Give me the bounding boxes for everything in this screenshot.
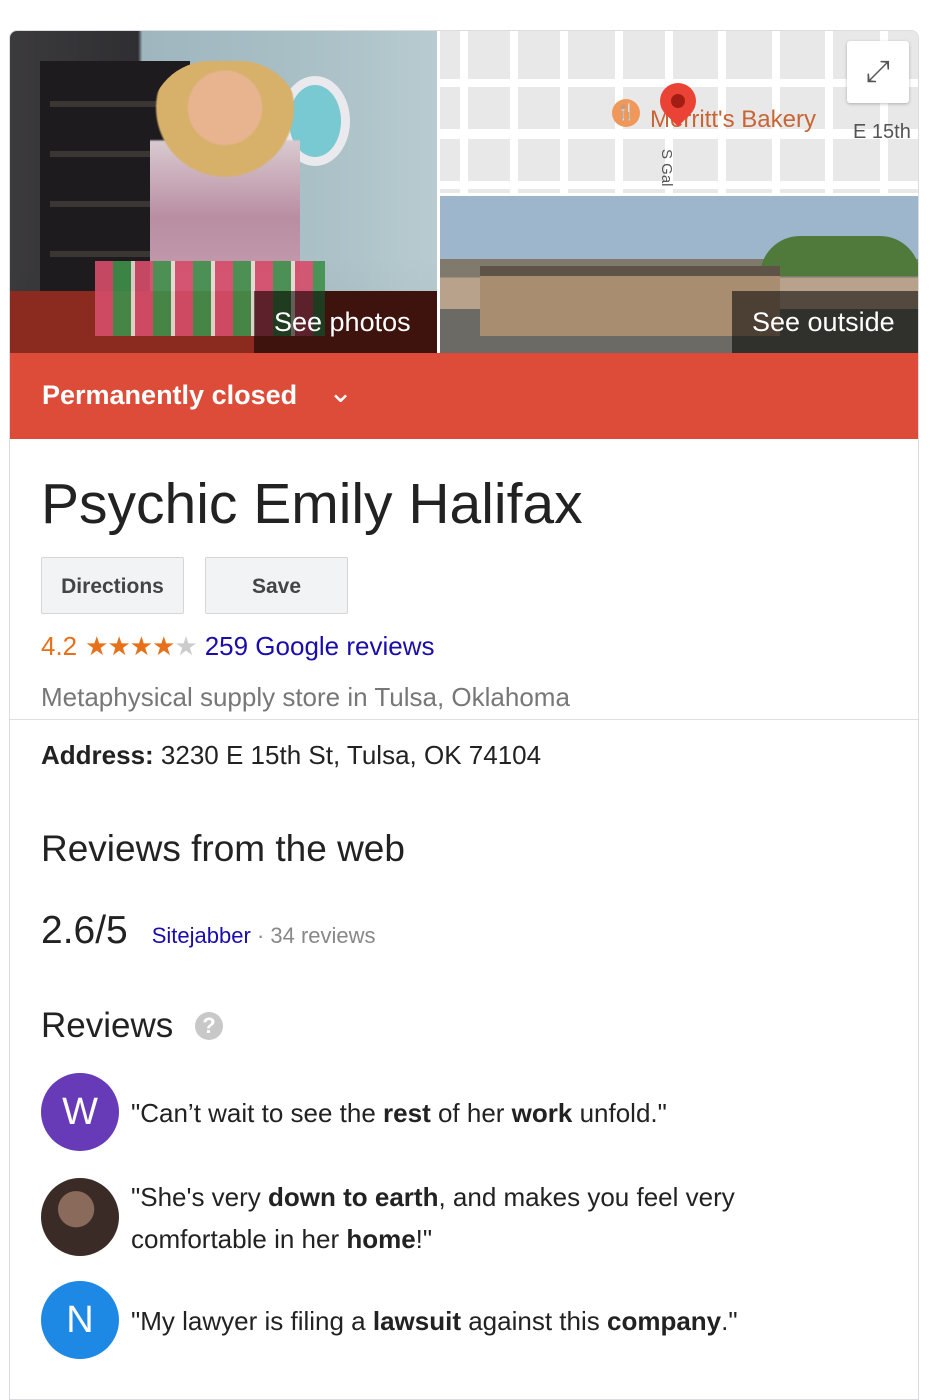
web-reviews-heading: Reviews from the web bbox=[41, 828, 405, 869]
rating-value: 4.2 bbox=[41, 631, 78, 661]
web-review-count: · 34 reviews bbox=[250, 923, 376, 948]
expand-map-button[interactable]: ⤢ bbox=[847, 41, 909, 103]
chevron-down-icon: ⌄ bbox=[328, 376, 354, 409]
rating-row: 4.2 ★★★★★ 259 Google reviews bbox=[41, 631, 435, 662]
highlighted-text: rest bbox=[383, 1098, 431, 1128]
map-street-label-vertical: S Gal bbox=[658, 149, 675, 187]
review-item: "She's very down to earth, and makes you… bbox=[41, 1176, 891, 1261]
divider bbox=[10, 719, 918, 720]
quote-text: "Can’t wait to see the bbox=[131, 1098, 384, 1128]
expand-icon: ⤢ bbox=[866, 55, 890, 88]
review-quote: "She's very down to earth, and makes you… bbox=[131, 1176, 851, 1260]
save-button[interactable]: Save bbox=[205, 557, 348, 614]
highlighted-text: down to earth bbox=[268, 1182, 439, 1212]
quote-text: unfold." bbox=[572, 1098, 667, 1128]
review-item: N "My lawyer is filing a lawsuit against… bbox=[41, 1281, 891, 1361]
quote-text: "My lawyer is filing a bbox=[131, 1306, 373, 1336]
quote-text: !" bbox=[415, 1224, 433, 1254]
highlighted-text: work bbox=[511, 1098, 573, 1128]
highlighted-text: lawsuit bbox=[372, 1306, 461, 1336]
review-quote: "My lawyer is filing a lawsuit against t… bbox=[131, 1300, 851, 1342]
web-review-row: 2.6/5 Sitejabber · 34 reviews bbox=[41, 909, 376, 953]
review-quote: "Can’t wait to see the rest of her work … bbox=[131, 1092, 851, 1134]
quote-text: "She's very bbox=[131, 1182, 269, 1212]
directions-button[interactable]: Directions bbox=[41, 557, 184, 614]
reviews-heading: Reviews bbox=[41, 1006, 174, 1045]
permanently-closed-banner[interactable]: Permanently closed ⌄ bbox=[10, 353, 918, 439]
address-value[interactable]: 3230 E 15th St, Tulsa, OK 74104 bbox=[154, 740, 541, 770]
address-row: Address: 3230 E 15th St, Tulsa, OK 74104 bbox=[41, 740, 541, 771]
quote-text: ." bbox=[721, 1306, 738, 1336]
quote-text: of her bbox=[430, 1098, 512, 1128]
google-reviews-link[interactable]: 259 Google reviews bbox=[205, 631, 435, 661]
sitejabber-link[interactable]: Sitejabber bbox=[152, 923, 251, 948]
help-icon[interactable]: ? bbox=[195, 1012, 223, 1040]
address-label: Address: bbox=[41, 740, 154, 770]
restaurant-icon: 🍴 bbox=[612, 99, 640, 127]
highlighted-text: home bbox=[346, 1224, 416, 1254]
business-category: Metaphysical supply store in Tulsa, Okla… bbox=[41, 682, 570, 712]
street-view-tile[interactable]: See outside bbox=[440, 196, 918, 353]
business-name: Psychic Emily Halifax bbox=[41, 472, 583, 536]
knowledge-panel: See photos 🍴 Merritt's Bakery E 15th S G… bbox=[9, 30, 919, 1400]
photos-tile[interactable]: See photos bbox=[10, 31, 437, 353]
trees-image bbox=[760, 236, 918, 276]
quote-text: against this bbox=[461, 1306, 607, 1336]
web-review-score: 2.6/5 bbox=[41, 909, 128, 952]
avatar bbox=[41, 1178, 119, 1256]
see-outside-label[interactable]: See outside bbox=[732, 291, 918, 353]
closed-status-label: Permanently closed bbox=[42, 380, 298, 410]
media-row: See photos 🍴 Merritt's Bakery E 15th S G… bbox=[10, 31, 918, 353]
review-item: W "Can’t wait to see the rest of her wor… bbox=[41, 1073, 891, 1153]
map-street-label: E 15th bbox=[853, 121, 911, 143]
highlighted-text: company bbox=[606, 1306, 722, 1336]
avatar: N bbox=[41, 1281, 119, 1359]
star-rating-icon: ★★★★★ bbox=[85, 631, 198, 661]
avatar: W bbox=[41, 1073, 119, 1151]
see-photos-label[interactable]: See photos bbox=[254, 291, 437, 353]
